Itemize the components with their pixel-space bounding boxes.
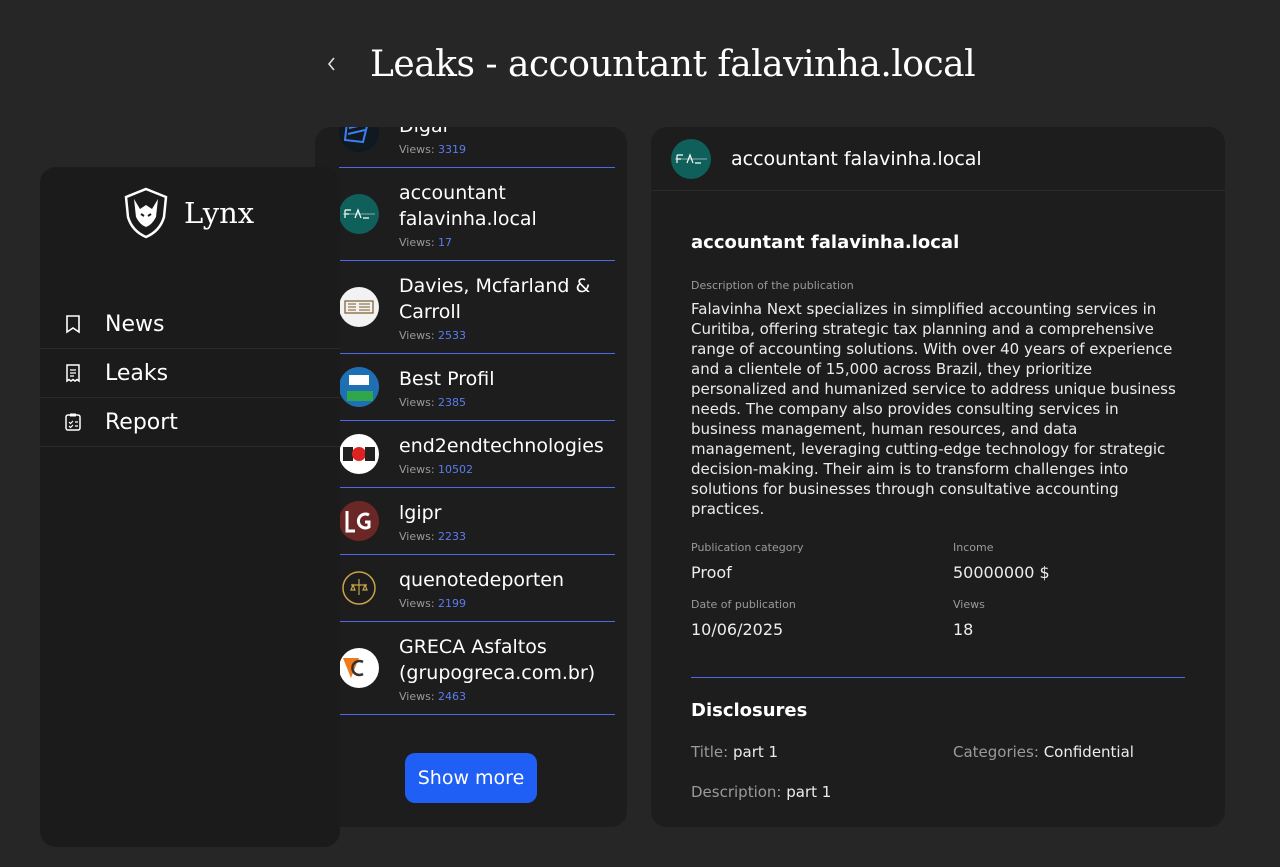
list-item[interactable]: end2endtechnologies Views: 10502 xyxy=(339,421,615,488)
divider xyxy=(691,677,1185,678)
disclosure-description: Description: part 1 xyxy=(691,783,832,801)
main-nav: News Leaks Report xyxy=(40,300,340,447)
detail-header: accountant falavinha.local xyxy=(651,127,1225,191)
back-button[interactable] xyxy=(320,52,344,76)
page-title: Leaks - accountant falavinha.local xyxy=(370,43,976,85)
meta-grid: Publication category Proof Income 500000… xyxy=(691,541,1185,639)
falavinha-logo xyxy=(339,194,379,234)
income-value: 50000000 $ xyxy=(953,563,1050,582)
chevron-left-icon xyxy=(327,57,335,71)
category-value: Proof xyxy=(691,563,732,582)
views-label: Views xyxy=(953,598,985,611)
nav-item-news[interactable]: News xyxy=(40,300,340,349)
item-name: accountant falavinha.local xyxy=(399,182,537,230)
item-views: Views: 17 xyxy=(399,236,453,249)
nav-item-report[interactable]: Report xyxy=(40,398,340,447)
nav-label: Leaks xyxy=(105,360,169,386)
bookmark-icon xyxy=(66,315,80,334)
date-label: Date of publication xyxy=(691,598,796,611)
detail-header-title: accountant falavinha.local xyxy=(731,147,982,170)
best-profil-logo xyxy=(339,367,379,407)
brand-name: Lynx xyxy=(184,196,255,230)
list-item[interactable]: accountant falavinha.local Views: 17 xyxy=(339,168,615,261)
meta-category: Publication category Proof xyxy=(691,541,953,582)
checklist-icon xyxy=(65,413,81,431)
disclosure-item: Title: part 1 Categories: Confidential D… xyxy=(691,743,1185,801)
category-label: Publication category xyxy=(691,541,804,554)
brand[interactable]: Lynx xyxy=(122,187,254,239)
leaks-list-panel[interactable]: Digar Views: 3319 accountant falavinha.l… xyxy=(315,127,627,827)
leak-detail-panel: accountant falavinha.local accountant fa… xyxy=(651,127,1225,827)
meta-date: Date of publication 10/06/2025 xyxy=(691,598,953,639)
item-views: Views: 10502 xyxy=(399,463,474,476)
lgipr-logo xyxy=(339,501,379,541)
list-item[interactable]: Digar Views: 3319 xyxy=(339,127,615,168)
item-name: quenotedeporten xyxy=(399,569,565,591)
item-views: Views: 2463 xyxy=(399,690,467,703)
date-value: 10/06/2025 xyxy=(691,620,784,639)
item-views: Views: 2233 xyxy=(399,530,467,543)
show-more-button[interactable]: Show more xyxy=(405,753,537,803)
item-name: lgipr xyxy=(399,502,442,524)
page-header: Leaks - accountant falavinha.local xyxy=(320,38,976,90)
nav-item-leaks[interactable]: Leaks xyxy=(40,349,340,398)
disclosure-title: Title: part 1 xyxy=(691,743,779,761)
list-item[interactable]: GRECA Asfaltos (grupogreca.com.br) Views… xyxy=(339,622,615,715)
meta-views: Views 18 xyxy=(953,598,1185,639)
quenotedeporten-logo xyxy=(339,568,379,608)
leaks-list: Digar Views: 3319 accountant falavinha.l… xyxy=(339,127,615,715)
receipt-icon xyxy=(66,364,80,383)
item-views: Views: 2199 xyxy=(399,597,467,610)
list-item[interactable]: Davies, Mcfarland & Carroll Views: 2533 xyxy=(339,261,615,354)
detail-title: accountant falavinha.local xyxy=(691,232,960,253)
meta-income: Income 50000000 $ xyxy=(953,541,1185,582)
nav-label: News xyxy=(105,311,165,337)
falavinha-logo xyxy=(671,138,711,179)
nav-label: Report xyxy=(105,409,178,435)
lynx-logo-icon xyxy=(124,187,168,239)
disclosures-title: Disclosures xyxy=(691,700,808,721)
davies-logo xyxy=(339,287,379,327)
detail-body: accountant falavinha.local Description o… xyxy=(691,231,1185,801)
greca-logo xyxy=(339,648,379,688)
digar-logo xyxy=(339,127,379,152)
list-item[interactable]: lgipr Views: 2233 xyxy=(339,488,615,555)
item-name: end2endtechnologies xyxy=(399,435,604,457)
description-text: Falavinha Next specializes in simplified… xyxy=(691,300,1176,518)
item-name: Davies, Mcfarland & Carroll xyxy=(399,275,591,323)
item-views: Views: 2385 xyxy=(399,396,467,409)
sidebar: Lynx News Leaks Report xyxy=(40,167,340,847)
views-value: 18 xyxy=(953,620,974,639)
description-label: Description of the publication xyxy=(691,279,854,292)
item-views: Views: 3319 xyxy=(399,143,467,156)
income-label: Income xyxy=(953,541,994,554)
item-name: GRECA Asfaltos (grupogreca.com.br) xyxy=(399,636,596,684)
list-item[interactable]: quenotedeporten Views: 2199 xyxy=(339,555,615,622)
list-item[interactable]: Best Profil Views: 2385 xyxy=(339,354,615,421)
item-name: Digar xyxy=(399,127,615,139)
disclosure-categories: Categories: Confidential xyxy=(953,743,1134,761)
item-views: Views: 2533 xyxy=(399,329,467,342)
item-name: Best Profil xyxy=(399,368,495,390)
end2end-logo xyxy=(339,434,379,474)
